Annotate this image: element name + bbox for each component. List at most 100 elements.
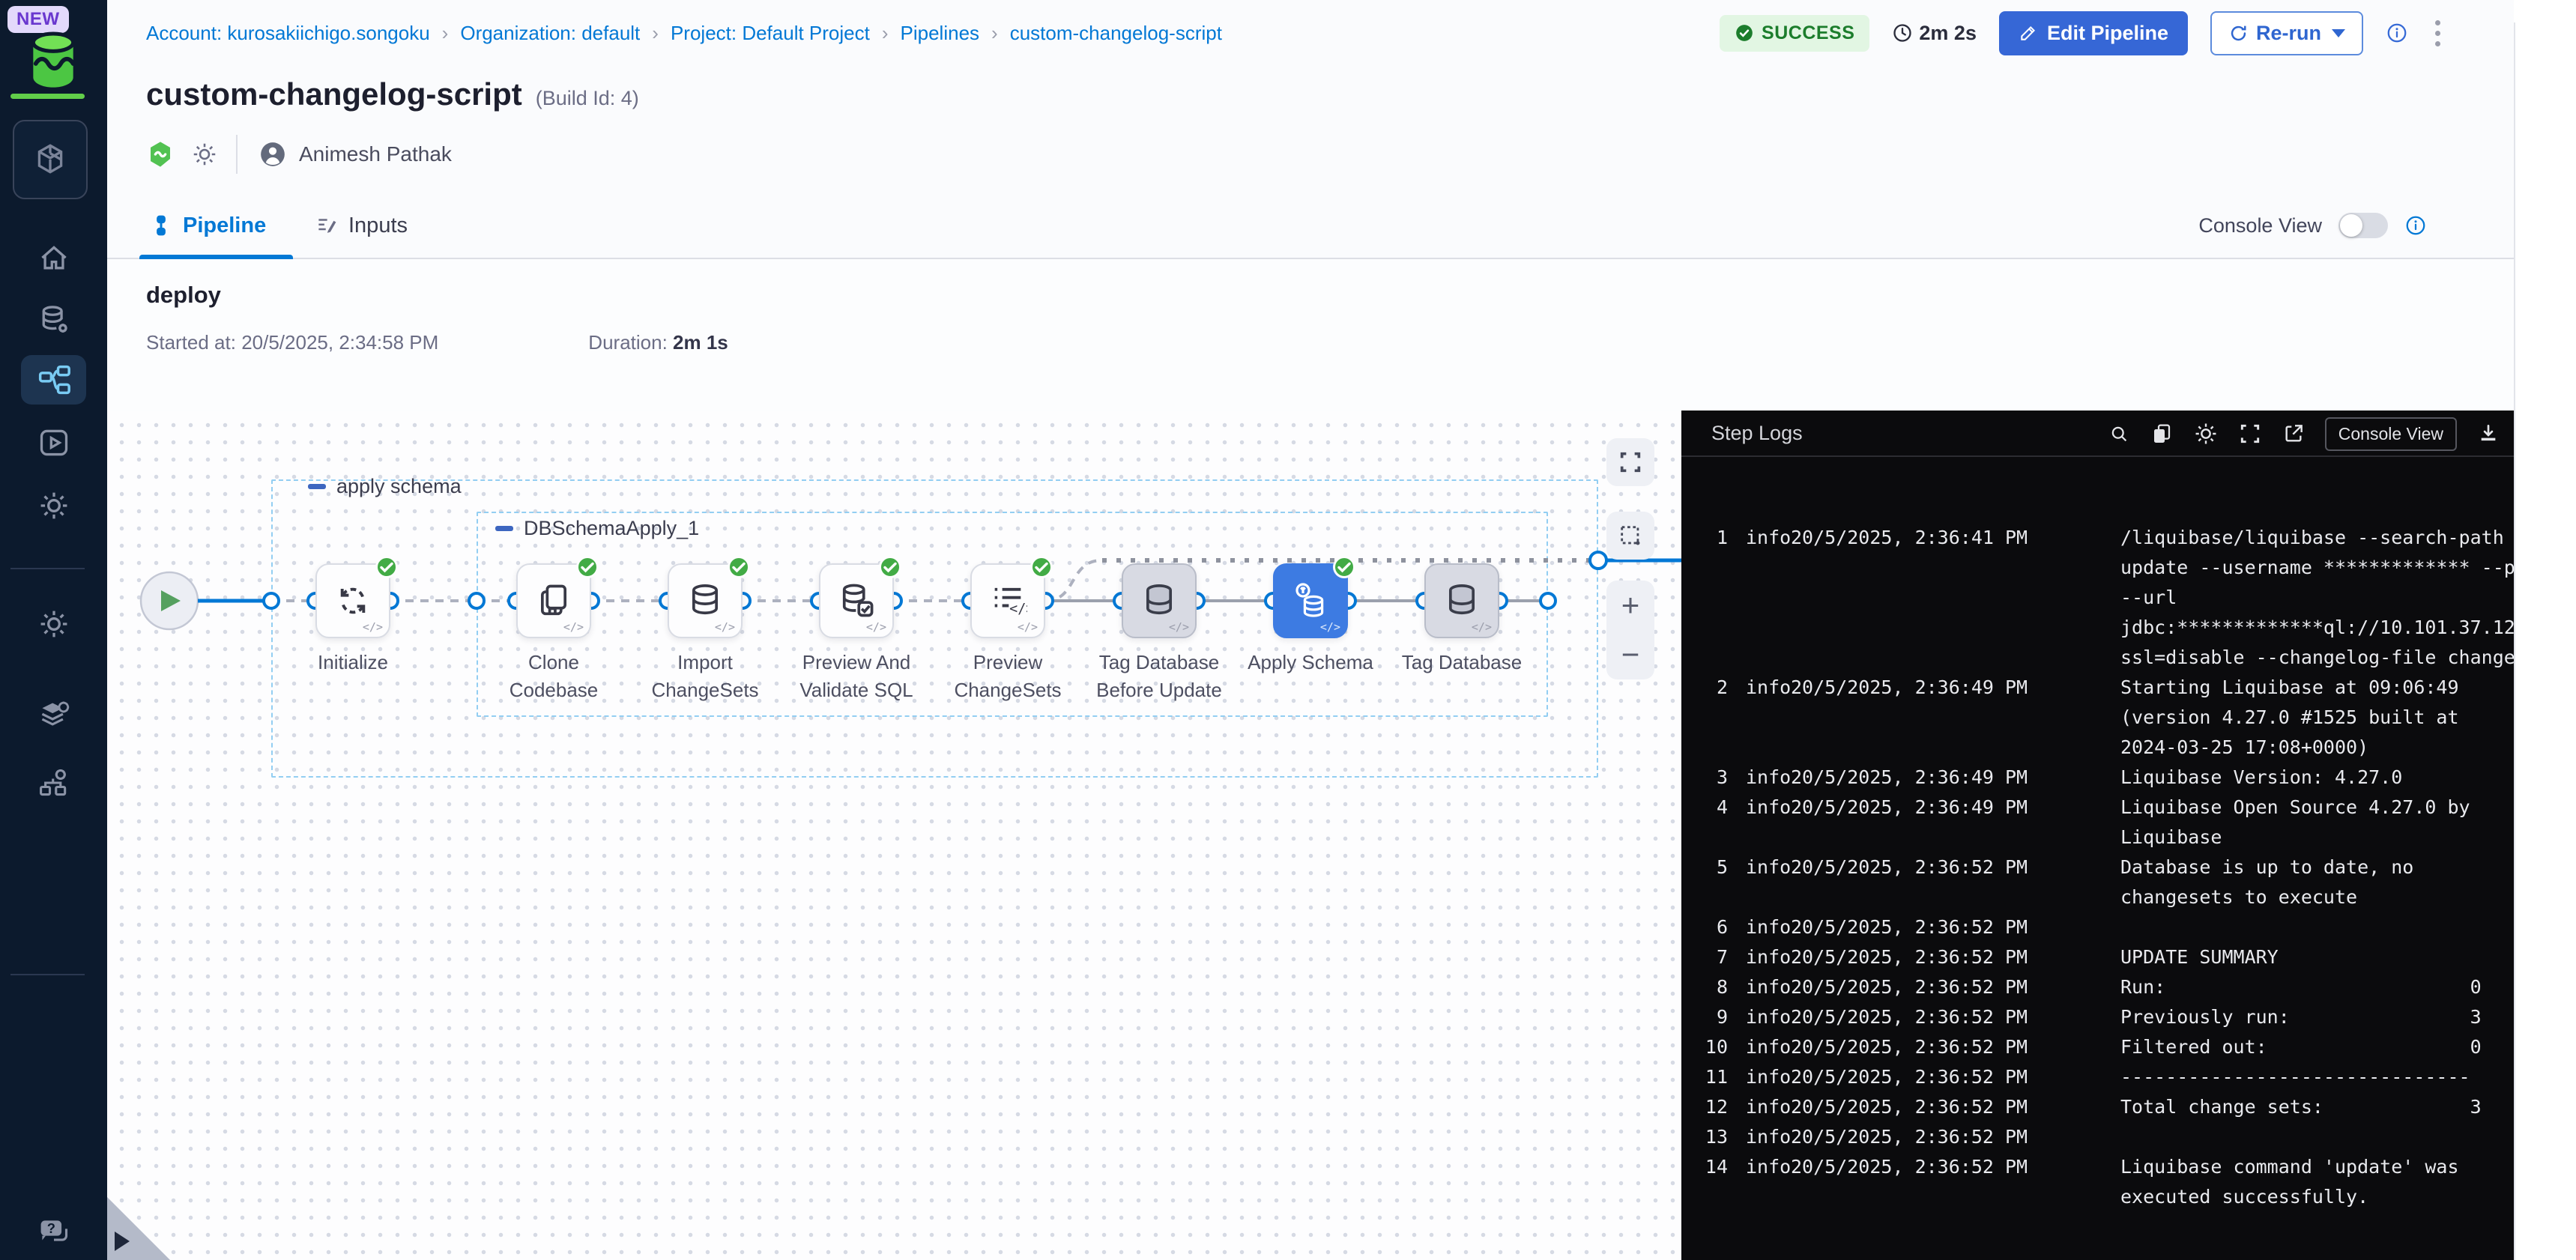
log-timestamp: 20/5/2025, 2:36:49 PM — [1791, 763, 2038, 793]
log-row: 12 info 20/5/2025, 2:36:52 PM Total chan… — [1681, 1092, 2514, 1122]
sidebar-item-default-settings[interactable] — [0, 689, 107, 742]
log-lines: 1 info 20/5/2025, 2:36:41 PM /liquibase/… — [1681, 457, 2514, 1212]
svg-text:?: ? — [46, 1220, 55, 1236]
page-scroll-gutter[interactable] — [2514, 22, 2576, 1260]
log-row: 6 info 20/5/2025, 2:36:52 PM — [1681, 912, 2514, 942]
log-timestamp: 20/5/2025, 2:36:52 PM — [1791, 1002, 2038, 1032]
log-timestamp: 20/5/2025, 2:36:52 PM — [1791, 1062, 2038, 1092]
run-info-icon[interactable] — [2386, 22, 2408, 44]
breadcrumb-link[interactable]: Project: Default Project — [671, 22, 870, 45]
console-view-label: Console View — [2198, 214, 2322, 237]
sidebar-item-project-settings[interactable] — [0, 598, 107, 650]
log-line-number: 11 — [1681, 1062, 1728, 1092]
log-message: Filtered out: 0 — [2120, 1032, 2514, 1062]
log-level: info — [1746, 523, 1791, 553]
log-line-number: 4 — [1681, 793, 1728, 823]
zoom-out-button[interactable]: − — [1621, 639, 1640, 670]
stage-info-strip: deploy Started at: 20/5/2025, 2:34:58 PM… — [107, 259, 2514, 411]
step-node-tag-database[interactable]: </> — [1424, 563, 1499, 638]
tab-pipeline[interactable]: Pipeline — [150, 193, 266, 258]
step-node-preview-validate-sql[interactable]: </> — [819, 563, 894, 638]
database-icon — [686, 581, 725, 620]
expand-triangle-icon[interactable] — [115, 1232, 130, 1251]
log-console-view-button[interactable]: Console View — [2325, 417, 2457, 451]
pipeline-canvas[interactable]: apply schema DBSchemaApply_1 — [107, 411, 1681, 1260]
avatar — [258, 140, 287, 169]
log-row: 1 info 20/5/2025, 2:36:41 PM /liquibase/… — [1681, 523, 2514, 673]
tab-bar: Pipeline Inputs Console View — [107, 193, 2514, 259]
step-logs-title: Step Logs — [1711, 422, 1803, 445]
log-row: 3 info 20/5/2025, 2:36:49 PM Liquibase V… — [1681, 763, 2514, 793]
zoom-in-button[interactable]: + — [1621, 590, 1640, 621]
log-row: 7 info 20/5/2025, 2:36:52 PM UPDATE SUMM… — [1681, 942, 2514, 972]
step-success-badge — [1333, 556, 1355, 578]
clock-icon — [1892, 22, 1913, 43]
author-name: Animesh Pathak — [299, 142, 452, 166]
sidebar-item-databases[interactable] — [0, 294, 107, 346]
log-timestamp: 20/5/2025, 2:36:49 PM — [1791, 793, 2038, 823]
sidebar-item-pipelines-active[interactable] — [21, 355, 86, 405]
more-options-icon[interactable] — [2431, 16, 2445, 51]
step-node-preview-changesets[interactable]: </> </> — [970, 563, 1045, 638]
log-message: Previously run: 3 — [2120, 1002, 2514, 1032]
log-level: info — [1746, 972, 1791, 1002]
log-download-icon[interactable] — [2476, 422, 2500, 446]
log-fullscreen-icon[interactable] — [2238, 422, 2262, 446]
log-row: 13 info 20/5/2025, 2:36:52 PM — [1681, 1122, 2514, 1152]
canvas-fullscreen-button[interactable] — [1606, 438, 1654, 486]
sidebar-divider-1 — [10, 568, 85, 569]
breadcrumb-link[interactable]: Pipelines — [901, 22, 980, 45]
step-logs-panel: Step Logs Console View 1 info 20/5/2025,… — [1681, 411, 2514, 1260]
log-message: Liquibase Open Source 4.27.0 by Liquibas… — [2120, 793, 2514, 852]
breadcrumb-link[interactable]: Organization: default — [460, 22, 640, 45]
pipeline-settings-gear-icon[interactable] — [191, 141, 218, 168]
log-timestamp: 20/5/2025, 2:36:52 PM — [1791, 942, 2038, 972]
module-switcher-button[interactable] — [13, 120, 88, 199]
log-copy-icon[interactable] — [2150, 422, 2174, 446]
edit-pipeline-button[interactable]: Edit Pipeline — [1999, 11, 2188, 55]
tab-inputs[interactable]: Inputs — [315, 193, 408, 258]
database-devops-module-logo[interactable] — [22, 30, 84, 90]
apply-schema-icon — [1291, 581, 1330, 620]
page-title: custom-changelog-script — [146, 76, 522, 112]
log-search-icon[interactable] — [2108, 422, 2130, 445]
started-at-value: 20/5/2025, 2:34:58 PM — [241, 331, 438, 354]
step-label: Clone Codebase — [470, 649, 638, 704]
database-check-icon — [837, 581, 876, 620]
log-level: info — [1746, 1062, 1791, 1092]
rerun-button[interactable]: Re-run — [2210, 11, 2363, 55]
log-level: info — [1746, 1092, 1791, 1122]
log-level: info — [1746, 912, 1791, 942]
log-level: info — [1746, 793, 1791, 823]
log-open-external-icon[interactable] — [2282, 422, 2306, 446]
sidebar-item-executions[interactable] — [0, 417, 107, 469]
sidebar-item-home[interactable] — [0, 232, 107, 285]
log-timestamp: 20/5/2025, 2:36:52 PM — [1791, 1032, 2038, 1062]
breadcrumb-link[interactable]: Account: kurosakiichigo.songoku — [146, 22, 430, 45]
step-label: Preview ChangeSets — [924, 649, 1092, 704]
step-node-clone-codebase[interactable]: </> — [516, 563, 591, 638]
build-id: (Build Id: 4) — [536, 87, 639, 110]
step-node-initialize[interactable]: </> — [315, 563, 390, 638]
sidebar-item-org-structure[interactable] — [0, 757, 107, 809]
log-timestamp: 20/5/2025, 2:36:52 PM — [1791, 852, 2038, 882]
sidebar-item-settings[interactable] — [0, 479, 107, 532]
canvas-select-marquee-button[interactable] — [1606, 512, 1654, 560]
console-view-info-icon[interactable] — [2404, 214, 2427, 237]
step-node-import-changesets[interactable]: </> — [668, 563, 743, 638]
log-level: info — [1746, 852, 1791, 882]
log-line-number: 14 — [1681, 1152, 1728, 1182]
breadcrumb-link[interactable]: custom-changelog-script — [1010, 22, 1222, 45]
duration-label: Duration: — [588, 331, 668, 354]
console-view-toggle[interactable] — [2338, 213, 2388, 238]
execution-duration: 2m 2s — [1892, 22, 1977, 45]
log-timestamp: 20/5/2025, 2:36:52 PM — [1791, 1152, 2038, 1182]
log-line-number: 10 — [1681, 1032, 1728, 1062]
log-row: 14 info 20/5/2025, 2:36:52 PM Liquibase … — [1681, 1152, 2514, 1212]
log-level: info — [1746, 763, 1791, 793]
step-node-apply-schema[interactable]: </> — [1273, 563, 1348, 638]
log-settings-gear-icon[interactable] — [2193, 421, 2219, 446]
step-node-tag-database-before-update[interactable]: </> — [1122, 563, 1197, 638]
log-level: info — [1746, 1122, 1791, 1152]
help-chat-icon[interactable]: ? — [0, 1206, 107, 1259]
